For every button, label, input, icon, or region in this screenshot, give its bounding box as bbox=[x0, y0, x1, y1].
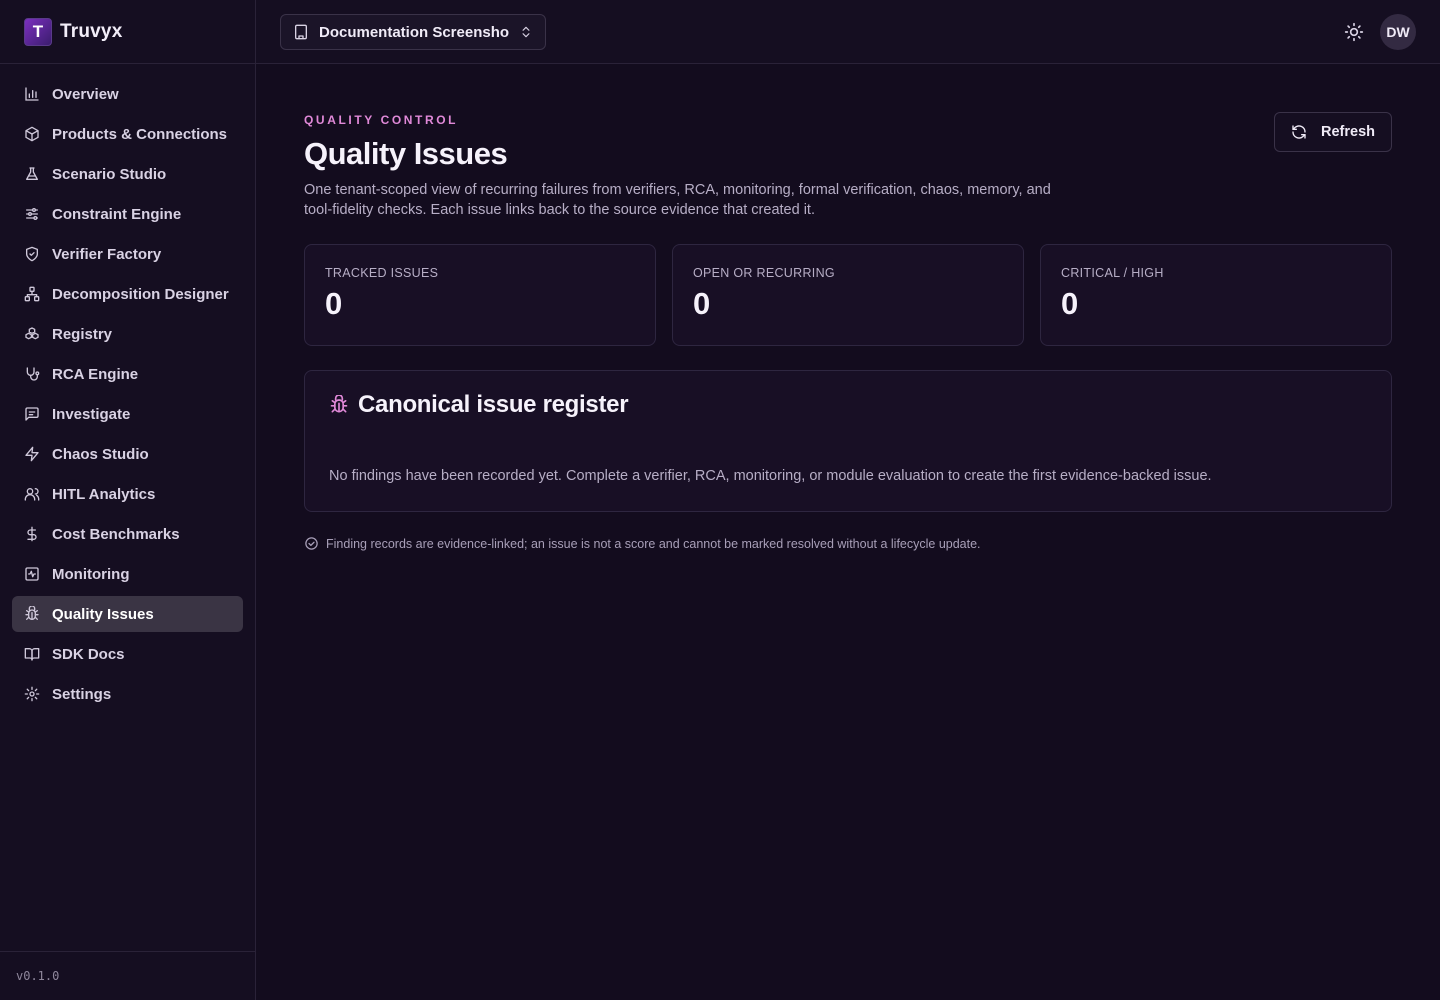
sidebar-item-label: Verifier Factory bbox=[52, 245, 162, 263]
sidebar-item-overview[interactable]: Overview bbox=[12, 76, 243, 112]
sidebar-item-settings[interactable]: Settings bbox=[12, 676, 243, 712]
sidebar-item-registry[interactable]: Registry bbox=[12, 316, 243, 352]
avatar[interactable]: DW bbox=[1380, 14, 1416, 50]
gear-icon bbox=[24, 686, 40, 702]
topbar: Documentation Screensho... DW bbox=[256, 0, 1440, 64]
building-icon bbox=[295, 24, 307, 40]
sidebar-item-decomposition-designer[interactable]: Decomposition Designer bbox=[12, 276, 243, 312]
sidebar-item-rca-engine[interactable]: RCA Engine bbox=[12, 356, 243, 392]
sidebar-item-scenario-studio[interactable]: Scenario Studio bbox=[12, 156, 243, 192]
sidebar-item-label: Monitoring bbox=[52, 565, 130, 583]
sidebar-item-label: Scenario Studio bbox=[52, 165, 167, 183]
activity-square-icon bbox=[24, 566, 40, 582]
shield-check-icon bbox=[24, 246, 40, 262]
sidebar-item-label: HITL Analytics bbox=[52, 485, 156, 503]
sidebar-item-label: SDK Docs bbox=[52, 645, 125, 663]
sidebar-item-cost-benchmarks[interactable]: Cost Benchmarks bbox=[12, 516, 243, 552]
flask-icon bbox=[24, 166, 40, 182]
bug-icon bbox=[24, 606, 40, 622]
sun-icon bbox=[1344, 22, 1364, 42]
issue-register-title: Canonical issue register bbox=[358, 391, 629, 418]
brand-logo-letter: T bbox=[32, 21, 44, 41]
sidebar: T Truvyx Overview Products & Connections… bbox=[0, 0, 256, 1000]
sidebar-item-label: Quality Issues bbox=[52, 605, 154, 623]
brand[interactable]: T Truvyx bbox=[0, 0, 255, 64]
sidebar-item-quality-issues[interactable]: Quality Issues bbox=[12, 596, 243, 632]
stat-value: 0 bbox=[1061, 286, 1079, 321]
sidebar-item-label: Registry bbox=[52, 325, 113, 343]
theme-toggle-button[interactable] bbox=[1344, 22, 1364, 42]
sliders-icon bbox=[24, 206, 40, 222]
box-icon bbox=[24, 126, 40, 142]
sidebar-item-label: RCA Engine bbox=[52, 365, 139, 383]
stat-card-open: OPEN OR RECURRING 0 bbox=[672, 244, 1024, 346]
stats-row: TRACKED ISSUES 0 OPEN OR RECURRING 0 CRI… bbox=[304, 244, 1392, 346]
boxes-icon bbox=[24, 326, 40, 342]
issue-register-card: Canonical issue register No findings hav… bbox=[304, 370, 1392, 512]
sidebar-item-label: Products & Connections bbox=[52, 125, 228, 143]
sidebar-item-label: Overview bbox=[52, 85, 119, 103]
dollar-icon bbox=[24, 526, 40, 542]
sidebar-item-verifier-factory[interactable]: Verifier Factory bbox=[12, 236, 243, 272]
stat-label: TRACKED ISSUES bbox=[325, 266, 439, 280]
stat-label: CRITICAL / HIGH bbox=[1061, 266, 1164, 280]
bar-chart-icon bbox=[24, 86, 40, 102]
sidebar-item-products-connections[interactable]: Products & Connections bbox=[12, 116, 243, 152]
sidebar-item-label: Cost Benchmarks bbox=[52, 525, 180, 543]
sidebar-item-hitl-analytics[interactable]: HITL Analytics bbox=[12, 476, 243, 512]
zap-icon bbox=[24, 446, 40, 462]
message-square-icon bbox=[24, 406, 40, 422]
sidebar-item-constraint-engine[interactable]: Constraint Engine bbox=[12, 196, 243, 232]
sidebar-nav: Overview Products & Connections Scenario… bbox=[0, 64, 255, 724]
sidebar-item-investigate[interactable]: Investigate bbox=[12, 396, 243, 432]
stat-card-tracked: TRACKED ISSUES 0 bbox=[304, 244, 656, 346]
stat-value: 0 bbox=[325, 286, 343, 321]
stat-value: 0 bbox=[693, 286, 711, 321]
brand-logo: T bbox=[24, 17, 52, 46]
footnote-text: Finding records are evidence-linked; an … bbox=[326, 536, 981, 551]
brand-name: Truvyx bbox=[60, 20, 123, 42]
sidebar-item-label: Investigate bbox=[52, 405, 131, 423]
page-title: Quality Issues bbox=[304, 136, 508, 171]
workspace-selector[interactable]: Documentation Screensho... bbox=[280, 14, 546, 50]
sidebar-item-label: Decomposition Designer bbox=[52, 285, 229, 303]
check-circle-icon bbox=[305, 537, 318, 550]
chevrons-up-down-icon bbox=[522, 26, 530, 38]
sidebar-item-label: Settings bbox=[52, 685, 112, 703]
refresh-label: Refresh bbox=[1321, 124, 1375, 140]
sidebar-item-label: Chaos Studio bbox=[52, 445, 149, 463]
empty-state-text: No findings have been recorded yet. Comp… bbox=[329, 468, 1212, 484]
refresh-icon bbox=[1292, 125, 1306, 139]
workspace-label: Documentation Screensho... bbox=[319, 23, 509, 41]
app-version: v0.1.0 bbox=[0, 951, 255, 1000]
issue-register-header: Canonical issue register bbox=[329, 391, 629, 419]
sidebar-item-label: Constraint Engine bbox=[52, 205, 182, 223]
sidebar-item-monitoring[interactable]: Monitoring bbox=[12, 556, 243, 592]
page-description: One tenant-scoped view of recurring fail… bbox=[304, 182, 1051, 218]
network-icon bbox=[24, 286, 40, 302]
users-icon bbox=[24, 486, 40, 502]
sidebar-item-sdk-docs[interactable]: SDK Docs bbox=[12, 636, 243, 672]
page-eyebrow: QUALITY CONTROL bbox=[304, 113, 459, 127]
footnote: Finding records are evidence-linked; an … bbox=[304, 536, 981, 551]
sidebar-item-chaos-studio[interactable]: Chaos Studio bbox=[12, 436, 243, 472]
stethoscope-icon bbox=[24, 366, 40, 382]
stat-card-critical: CRITICAL / HIGH 0 bbox=[1040, 244, 1392, 346]
bug-icon bbox=[330, 395, 348, 413]
book-open-icon bbox=[24, 646, 40, 662]
refresh-button[interactable]: Refresh bbox=[1274, 112, 1392, 152]
stat-label: OPEN OR RECURRING bbox=[693, 266, 835, 280]
